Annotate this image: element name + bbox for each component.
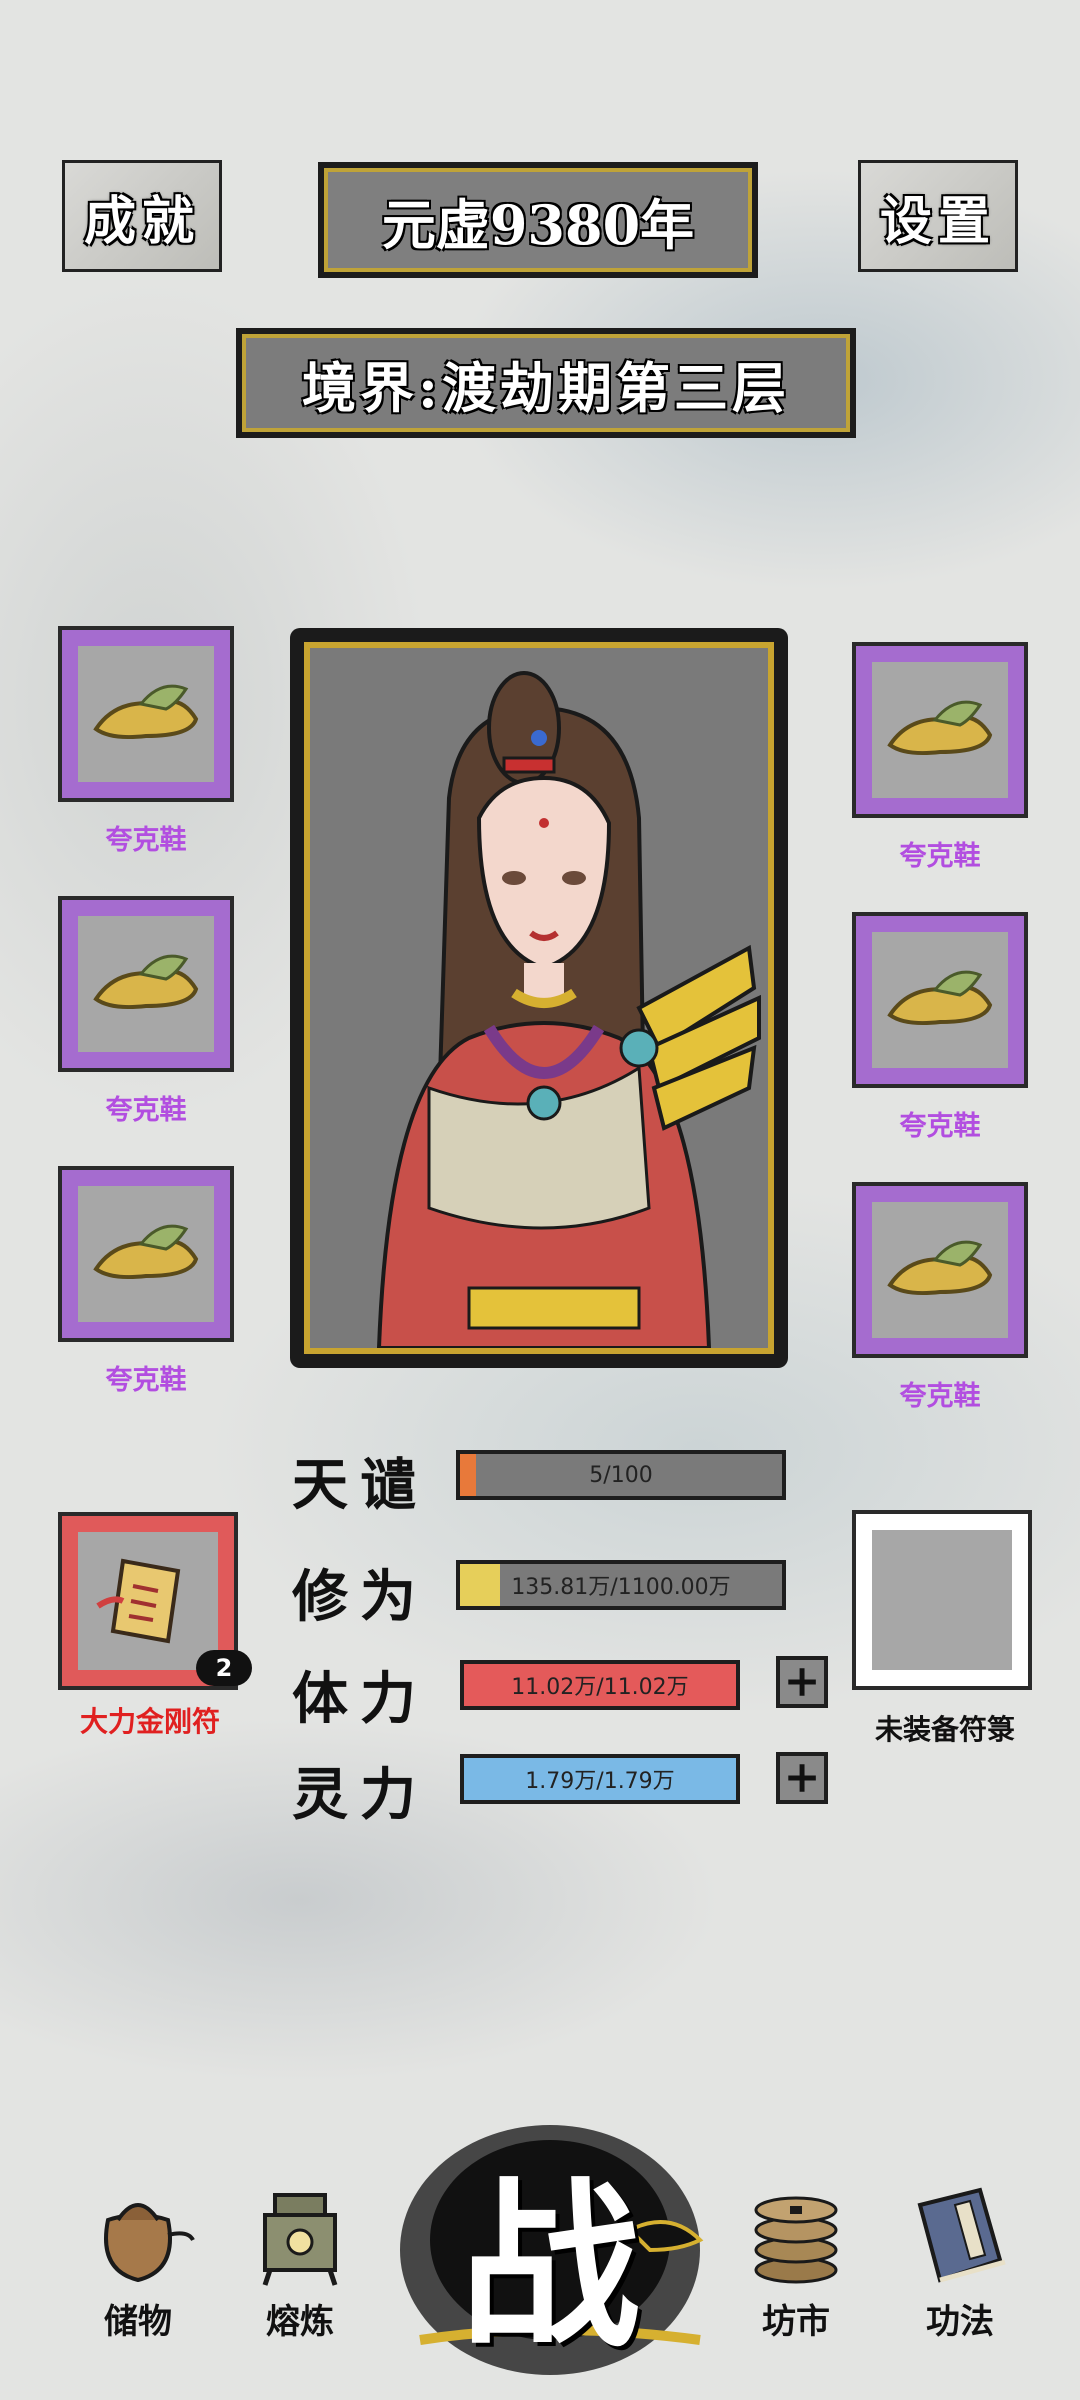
equip-slot-left-1[interactable] <box>58 626 234 802</box>
pouch-icon <box>104 2203 195 2283</box>
equip-name-right-2: 夸克鞋 <box>899 1111 981 1142</box>
empty-talisman-slot[interactable] <box>852 1510 1032 1690</box>
shoe-icon <box>887 1240 993 1296</box>
equip-slot-left-2[interactable] <box>58 896 234 1072</box>
equip-name-right-1: 夸克鞋 <box>899 841 981 872</box>
tili-value: 11.02万/11.02万 <box>511 1675 689 1700</box>
tili-bar: 11.02万/11.02万 <box>460 1660 740 1710</box>
achievements-label: 成就 <box>83 190 200 252</box>
nav-skills-label: 功法 <box>926 2302 994 2342</box>
shoe-icon <box>93 684 199 740</box>
equip-slot-right-3[interactable] <box>852 1182 1028 1358</box>
nav-market-label: 坊市 <box>762 2302 830 2342</box>
settings-label: 设置 <box>879 190 996 252</box>
equip-name-left-2: 夸克鞋 <box>105 1095 187 1126</box>
settings-button[interactable]: 设置 <box>858 160 1018 272</box>
nav-storage[interactable]: 储物 <box>68 2180 208 2343</box>
stat-label-xiuwei: 修为 <box>292 1564 428 1630</box>
shoe-icon <box>887 970 993 1026</box>
lingli-value: 1.79万/1.79万 <box>525 1769 675 1794</box>
equip-slot-left-3[interactable] <box>58 1166 234 1342</box>
realm-label: 境界:渡劫期第三层 <box>302 355 790 420</box>
talisman-name: 大力金刚符 <box>79 1705 220 1738</box>
tianqian-bar: 5/100 <box>456 1450 786 1500</box>
talisman-count-badge: 2 <box>196 1650 252 1686</box>
coins-icon <box>754 2196 838 2284</box>
achievements-button[interactable]: 成就 <box>62 160 222 272</box>
character-portrait[interactable] <box>290 628 788 1368</box>
shoe-icon <box>93 1224 199 1280</box>
character-illustration <box>376 671 761 1348</box>
shoe-icon <box>887 700 993 756</box>
lingli-bar: 1.79万/1.79万 <box>460 1754 740 1804</box>
book-icon <box>917 2187 1006 2283</box>
stat-label-tili: 体力 <box>292 1666 428 1732</box>
year-banner: 元虚9380年 <box>318 162 758 278</box>
battle-label: 战 <box>459 2161 640 2372</box>
realm-banner: 境界:渡劫期第三层 <box>236 328 856 438</box>
tili-plus-button[interactable]: + <box>776 1656 828 1708</box>
equip-name-right-3: 夸克鞋 <box>899 1381 981 1412</box>
empty-talisman-label: 未装备符箓 <box>874 1713 1015 1746</box>
equip-name-left-1: 夸克鞋 <box>105 825 187 856</box>
nav-storage-label: 储物 <box>104 2302 172 2342</box>
xiuwei-bar: 135.81万/1100.00万 <box>456 1560 786 1610</box>
stat-label-lingli: 灵力 <box>292 1762 428 1828</box>
nav-skills[interactable]: 功法 <box>890 2180 1030 2343</box>
equip-slot-right-2[interactable] <box>852 912 1028 1088</box>
nav-smelting-label: 熔炼 <box>266 2302 334 2342</box>
cauldron-icon <box>262 2193 338 2286</box>
battle-button[interactable]: 战 <box>380 2090 720 2380</box>
talisman-icon <box>96 1558 181 1644</box>
tianqian-value: 5/100 <box>589 1462 653 1488</box>
nav-market[interactable]: 坊市 <box>726 2180 866 2343</box>
year-label: 元虚9380年 <box>381 192 695 257</box>
xiuwei-value: 135.81万/1100.00万 <box>511 1575 731 1600</box>
lingli-plus-button[interactable]: + <box>776 1752 828 1804</box>
equip-name-left-3: 夸克鞋 <box>105 1365 187 1396</box>
stat-label-tianqian: 天谴 <box>292 1452 428 1518</box>
equip-slot-right-1[interactable] <box>852 642 1028 818</box>
nav-smelting[interactable]: 熔炼 <box>230 2180 370 2343</box>
shoe-icon <box>93 954 199 1010</box>
